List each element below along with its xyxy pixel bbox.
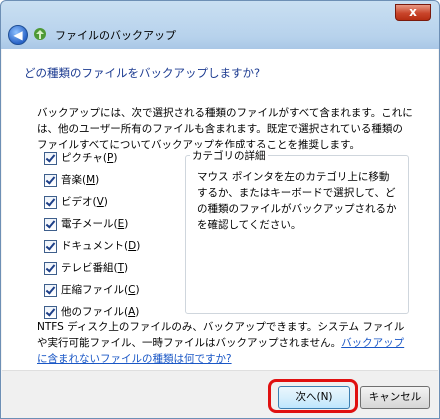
checkbox-tv-shows[interactable]: テレビ番組(T) bbox=[44, 260, 164, 276]
checkbox-checked-icon[interactable] bbox=[44, 196, 57, 209]
checkbox-label: ドキュメント(D) bbox=[61, 240, 141, 252]
checkbox-other-files[interactable]: 他のファイル(A) bbox=[44, 304, 164, 320]
category-details-title: カテゴリの詳細 bbox=[190, 148, 268, 163]
cancel-button[interactable]: キャンセル bbox=[360, 386, 430, 409]
checkbox-label: テレビ番組(T) bbox=[61, 262, 129, 274]
checkbox-label: ピクチャ(P) bbox=[61, 152, 118, 164]
back-arrow-icon: ◀ bbox=[13, 28, 23, 42]
ntfs-note: NTFS ディスク上のファイルのみ、バックアップできます。システム ファイルや実… bbox=[37, 319, 413, 367]
close-button[interactable]: x bbox=[395, 4, 431, 21]
category-details-text: マウス ポインタを左のカテゴリ上に移動するか、またはキーボードで選択して、どの種… bbox=[197, 171, 397, 231]
checkbox-checked-icon[interactable] bbox=[44, 218, 57, 231]
checkbox-label: 圧縮ファイル(C) bbox=[61, 284, 140, 296]
backup-app-icon bbox=[34, 28, 46, 40]
checkbox-label: 音楽(M) bbox=[61, 174, 100, 186]
window-title: ファイルのバックアップ bbox=[55, 29, 176, 42]
title-bar: x ◀ ファイルのバックアップ bbox=[1, 1, 439, 49]
backup-wizard-window: x ◀ ファイルのバックアップ どの種類のファイルをバックアップしますか? バッ… bbox=[0, 0, 440, 419]
checkbox-email[interactable]: 電子メール(E) bbox=[44, 216, 164, 232]
wizard-content: どの種類のファイルをバックアップしますか? バックアップには、次で選択される種類… bbox=[2, 49, 438, 370]
checkbox-documents[interactable]: ドキュメント(D) bbox=[44, 238, 164, 254]
checkbox-pictures[interactable]: ピクチャ(P) bbox=[44, 150, 164, 166]
next-button[interactable]: 次へ(N) bbox=[278, 386, 350, 409]
checkbox-checked-icon[interactable] bbox=[44, 284, 57, 297]
page-heading: どの種類のファイルをバックアップしますか? bbox=[24, 66, 261, 80]
checkbox-label: 電子メール(E) bbox=[61, 218, 129, 230]
checkbox-checked-icon[interactable] bbox=[44, 152, 57, 165]
checkbox-compressed-files[interactable]: 圧縮ファイル(C) bbox=[44, 282, 164, 298]
checkbox-checked-icon[interactable] bbox=[44, 174, 57, 187]
checkbox-label: 他のファイル(A) bbox=[61, 306, 140, 318]
checkbox-checked-icon[interactable] bbox=[44, 262, 57, 275]
checkbox-videos[interactable]: ビデオ(V) bbox=[44, 194, 164, 210]
checkbox-checked-icon[interactable] bbox=[44, 306, 57, 319]
intro-text: バックアップには、次で選択される種類のファイルがすべて含まれます。これには、他の… bbox=[37, 107, 413, 151]
button-bar: 次へ(N) キャンセル bbox=[2, 370, 438, 418]
checkbox-music[interactable]: 音楽(M) bbox=[44, 172, 164, 188]
back-button[interactable]: ◀ bbox=[8, 25, 28, 45]
checkbox-checked-icon[interactable] bbox=[44, 240, 57, 253]
checkbox-label: ビデオ(V) bbox=[61, 196, 108, 208]
